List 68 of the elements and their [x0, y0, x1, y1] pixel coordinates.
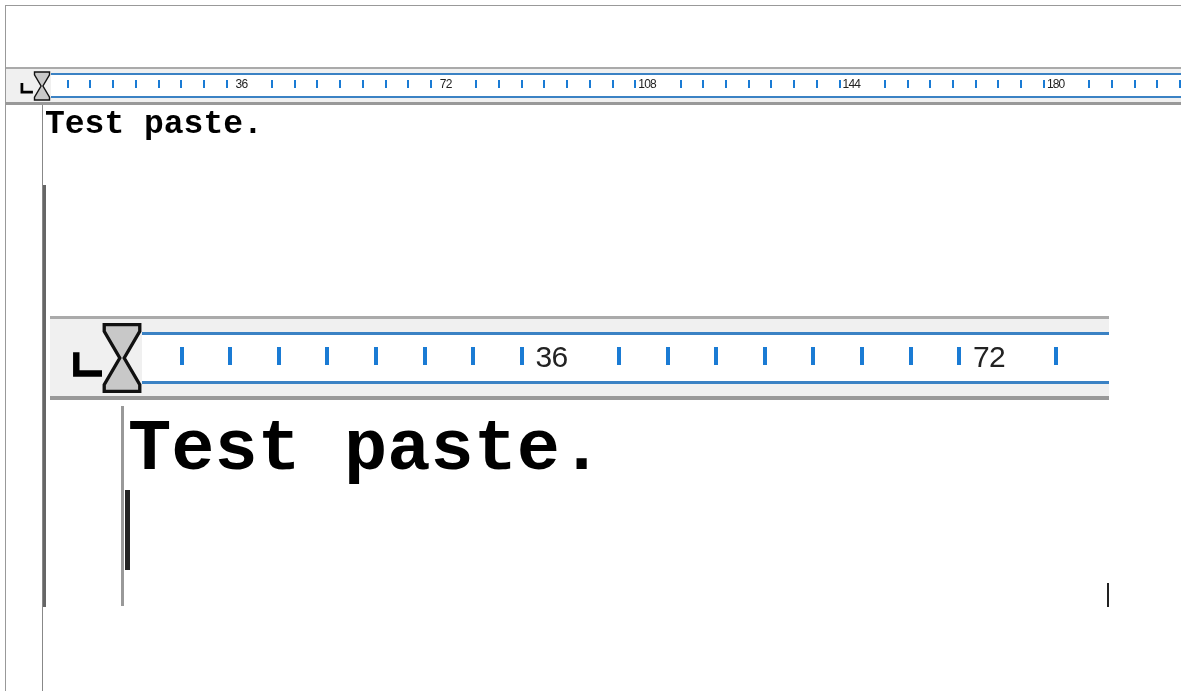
ruler-tick — [1156, 80, 1159, 88]
ruler-tick — [997, 80, 1000, 88]
ruler-tick — [519, 346, 524, 365]
ruler-tick — [811, 346, 816, 365]
ruler-tick — [566, 80, 569, 88]
ruler-tick — [293, 80, 296, 88]
ruler-tick — [908, 346, 913, 365]
ruler-tick — [225, 80, 228, 88]
ruler-tick — [543, 80, 546, 88]
ruler-tick — [429, 80, 432, 88]
ruler-tick — [1110, 80, 1113, 88]
ruler-tick — [520, 80, 523, 88]
ruler-tick — [665, 346, 670, 365]
ruler-tick — [179, 346, 184, 365]
ruler-tick — [1133, 80, 1136, 88]
ruler-tick — [475, 80, 478, 88]
ruler-tick — [1042, 80, 1045, 88]
ruler-tick — [384, 80, 387, 88]
ruler-tick — [1020, 80, 1023, 88]
ruler-tick — [815, 80, 818, 88]
text-cursor — [1107, 583, 1109, 607]
ruler-tick — [180, 80, 183, 88]
ruler-tick — [883, 80, 886, 88]
tab-stop-icon[interactable] — [20, 83, 33, 94]
ruler-tick — [793, 80, 796, 88]
ruler-tick — [747, 80, 750, 88]
ruler-tick — [339, 80, 342, 88]
ruler-tick — [271, 80, 273, 88]
ruler-tick — [1179, 80, 1181, 88]
ruler-tick — [66, 80, 69, 88]
document-text: Test paste. — [127, 408, 605, 490]
ruler-tick — [325, 346, 330, 365]
ruler-tick — [89, 80, 92, 88]
document-text: Test paste. — [44, 105, 264, 143]
ruler-tick — [714, 346, 719, 365]
ruler-tick — [588, 80, 591, 88]
ruler-tick — [374, 346, 378, 365]
ruler-tick — [361, 80, 364, 88]
ruler-tick — [929, 80, 932, 88]
ruler-tick — [860, 346, 864, 365]
ruler-tick — [679, 80, 682, 88]
ruler-tick — [228, 346, 233, 365]
ruler-tick — [498, 80, 500, 88]
ruler-tick — [952, 80, 954, 88]
ruler-tick — [906, 80, 909, 88]
ruler-tick — [407, 80, 410, 88]
ruler-tick — [112, 80, 115, 88]
ruler-tick — [617, 346, 621, 365]
ruler-tick — [202, 80, 205, 88]
ruler-tick — [1054, 346, 1059, 365]
ruler-tick — [157, 80, 160, 88]
ruler-tick — [276, 346, 281, 365]
ruler-tick — [702, 80, 705, 88]
ruler-tick — [611, 80, 614, 88]
ruler-tick — [762, 346, 767, 365]
ruler-tick — [838, 80, 841, 88]
ruler-tick — [725, 80, 727, 88]
tab-stop-icon — [72, 351, 102, 378]
ruler-tick — [134, 80, 137, 88]
ruler-tick — [634, 80, 637, 88]
ruler-tick — [316, 80, 319, 88]
ruler-tick — [974, 80, 977, 88]
ruler-tick — [770, 80, 773, 88]
ruler-tick — [422, 346, 427, 365]
ruler-tick — [957, 346, 962, 365]
hourglass-icon[interactable] — [33, 70, 51, 101]
ruler-tick — [471, 346, 476, 365]
ruler-tick — [1088, 80, 1091, 88]
